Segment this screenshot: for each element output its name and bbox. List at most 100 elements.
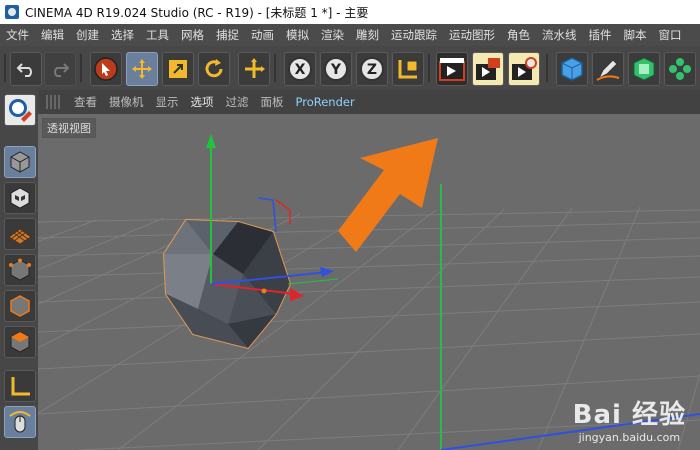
redo-button[interactable] — [44, 52, 76, 86]
cube-icon — [561, 57, 583, 81]
texture-mode-button[interactable] — [4, 182, 36, 214]
scale-button[interactable] — [162, 52, 194, 86]
subdivision-surface-button[interactable] — [628, 52, 660, 86]
menu-snap[interactable]: 捕捉 — [210, 27, 245, 43]
tweak-mode-button[interactable] — [4, 406, 36, 438]
menu-mesh[interactable]: 网格 — [175, 27, 210, 43]
toolbar-separator — [80, 54, 82, 82]
viewport-menu-view[interactable]: 查看 — [68, 94, 103, 110]
watermark-url: jingyan.baidu.com — [578, 431, 681, 444]
coordinate-system-icon — [398, 60, 418, 79]
z-axis-icon: Z — [360, 57, 384, 81]
points-mode-icon — [9, 258, 31, 281]
render-view-icon — [439, 58, 465, 81]
viewport-menu-cameras[interactable]: 摄像机 — [103, 94, 150, 110]
menu-pipeline[interactable]: 流水线 — [536, 27, 583, 43]
model-mode-button[interactable] — [4, 146, 36, 178]
viewport-grip-icon — [46, 95, 60, 109]
y-axis-lock-button[interactable]: Y — [320, 52, 352, 86]
subdivision-icon — [633, 57, 655, 81]
make-editable-icon — [9, 99, 32, 122]
live-select-icon — [94, 57, 118, 81]
toolbar-separator — [428, 54, 430, 82]
rotate-button[interactable] — [198, 52, 230, 86]
workplane-button[interactable] — [4, 218, 36, 250]
menu-sculpt[interactable]: 雕刻 — [350, 27, 385, 43]
viewport-label: 透视视图 — [42, 118, 96, 138]
toolbar-grip — [4, 54, 6, 82]
polyhedron-object[interactable] — [162, 218, 292, 350]
menu-file[interactable]: 文件 — [0, 27, 35, 43]
make-editable-button[interactable] — [4, 94, 36, 126]
recent-tool-button[interactable] — [238, 52, 270, 86]
menu-select[interactable]: 选择 — [105, 27, 140, 43]
menu-bar: 文件 编辑 创建 选择 工具 网格 捕捉 动画 模拟 渲染 雕刻 运动跟踪 运动… — [0, 24, 700, 47]
annotation-arrow — [338, 138, 438, 252]
cinema4d-app-icon — [5, 5, 19, 19]
render-picture-viewer-button[interactable] — [472, 52, 504, 86]
x-axis-lock-button[interactable]: X — [284, 52, 316, 86]
menu-render[interactable]: 渲染 — [315, 27, 350, 43]
add-cube-button[interactable] — [556, 52, 588, 86]
watermark-brand: Bai 经验 — [572, 400, 686, 430]
window-title: CINEMA 4D R19.024 Studio (RC - R19) - [未… — [25, 5, 369, 20]
mode-toolbar — [0, 90, 39, 450]
menu-script[interactable]: 脚本 — [618, 27, 653, 43]
render-view-button[interactable] — [436, 52, 468, 86]
svg-text:X: X — [295, 62, 306, 78]
toolbar-separator — [546, 54, 548, 82]
array-button[interactable] — [664, 52, 696, 86]
scale-icon — [169, 60, 187, 78]
redo-icon — [54, 63, 70, 77]
pen-tool-button[interactable] — [592, 52, 624, 86]
viewport-menu-panel[interactable]: 面板 — [255, 94, 290, 110]
points-mode-button[interactable] — [4, 254, 36, 286]
menu-animate[interactable]: 动画 — [245, 27, 280, 43]
menu-tools[interactable]: 工具 — [140, 27, 175, 43]
edges-mode-icon — [10, 295, 30, 317]
menu-simulate[interactable]: 模拟 — [280, 27, 315, 43]
polygons-mode-icon — [10, 331, 30, 353]
z-axis-lock-button[interactable]: Z — [356, 52, 388, 86]
render-settings-button[interactable] — [508, 52, 540, 86]
polygons-mode-button[interactable] — [4, 326, 36, 358]
axis-mode-icon — [11, 377, 30, 396]
baidu-jingyan-watermark: Bai 经验 jingyan.baidu.com — [573, 394, 686, 444]
viewport-menu-filter[interactable]: 过滤 — [220, 94, 255, 110]
main-toolbar: X Y Z — [0, 46, 700, 91]
toolbar-separator — [274, 54, 276, 82]
viewport-menu-bar: 查看 摄像机 显示 选项 过滤 面板 ProRender — [38, 90, 700, 115]
recent-tool-icon — [245, 58, 265, 78]
title-bar: CINEMA 4D R19.024 Studio (RC - R19) - [未… — [0, 0, 700, 24]
menu-window[interactable]: 窗口 — [653, 27, 688, 43]
svg-text:Y: Y — [330, 62, 342, 78]
live-select-button[interactable] — [90, 52, 122, 86]
menu-create[interactable]: 创建 — [70, 27, 105, 43]
viewport-menu-options[interactable]: 选项 — [185, 94, 220, 110]
menu-plugins[interactable]: 插件 — [583, 27, 618, 43]
edges-mode-button[interactable] — [4, 290, 36, 322]
viewport-menu-display[interactable]: 显示 — [150, 94, 185, 110]
perspective-viewport[interactable]: 透视视图 Bai 经验 jingyan.baidu.com — [38, 114, 700, 450]
y-axis-icon: Y — [324, 57, 348, 81]
texture-mode-icon — [10, 187, 30, 209]
menu-mograph[interactable]: 运动图形 — [443, 27, 501, 43]
menu-edit[interactable]: 编辑 — [35, 27, 70, 43]
workplane-icon — [8, 228, 32, 245]
move-button[interactable] — [126, 52, 158, 86]
move-icon — [132, 59, 152, 79]
pen-icon — [596, 59, 620, 81]
x-axis-icon: X — [288, 57, 312, 81]
array-icon — [669, 58, 691, 80]
tweak-mode-icon — [9, 411, 31, 433]
rotate-icon — [205, 59, 223, 78]
svg-text:Z: Z — [367, 62, 377, 78]
menu-character[interactable]: 角色 — [501, 27, 536, 43]
undo-icon — [16, 63, 32, 77]
undo-button[interactable] — [10, 52, 42, 86]
coordinate-system-button[interactable] — [392, 52, 424, 86]
menu-motion-tracking[interactable]: 运动跟踪 — [385, 27, 443, 43]
viewport-menu-prorender[interactable]: ProRender — [290, 95, 361, 109]
model-mode-icon — [10, 151, 30, 173]
axis-mode-button[interactable] — [4, 370, 36, 402]
